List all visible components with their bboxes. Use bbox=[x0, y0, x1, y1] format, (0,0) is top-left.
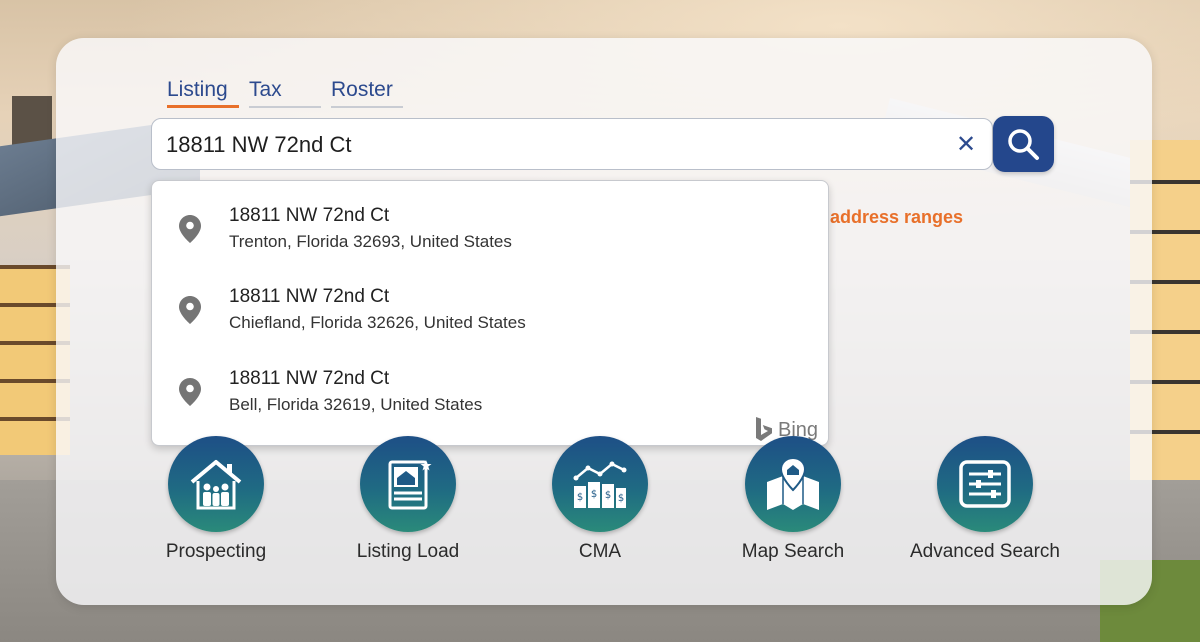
cma-chart-icon: $ $ $ $ bbox=[573, 461, 627, 508]
suggestion-locality: Bell, Florida 32619, United States bbox=[229, 395, 483, 414]
action-label: Advanced Search bbox=[910, 541, 1060, 562]
svg-text:$: $ bbox=[591, 489, 597, 500]
action-circle bbox=[360, 436, 456, 532]
suggestion-item[interactable]: 18811 NW 72nd Ct Bell, Florida 32619, Un… bbox=[152, 344, 828, 424]
svg-text:$: $ bbox=[618, 493, 624, 504]
map-pin-icon bbox=[179, 378, 201, 406]
search-box: ✕ bbox=[151, 118, 993, 170]
sliders-icon bbox=[959, 460, 1011, 508]
cma-button[interactable]: $ $ $ $ CMA bbox=[505, 436, 695, 572]
map-pin-icon bbox=[179, 296, 201, 324]
svg-text:$: $ bbox=[577, 492, 583, 503]
suggestion-address: 18811 NW 72nd Ct bbox=[229, 286, 390, 307]
advanced-search-button[interactable]: Advanced Search bbox=[890, 436, 1080, 572]
suggestion-item[interactable]: 18811 NW 72nd Ct Trenton, Florida 32693,… bbox=[152, 181, 828, 261]
address-ranges-hint: address ranges bbox=[830, 207, 964, 227]
suggestion-locality: Chiefland, Florida 32626, United States bbox=[229, 313, 526, 332]
suggestion-address: 18811 NW 72nd Ct bbox=[229, 205, 390, 226]
action-label: Listing Load bbox=[356, 541, 460, 562]
tab-listing[interactable]: Listing bbox=[167, 78, 239, 108]
action-circle bbox=[937, 436, 1033, 532]
listing-load-button[interactable]: Listing Load bbox=[313, 436, 503, 572]
tab-tax[interactable]: Tax bbox=[249, 78, 321, 108]
listing-document-icon bbox=[388, 460, 432, 510]
search-input[interactable] bbox=[166, 127, 926, 163]
action-label: Map Search bbox=[741, 541, 845, 562]
search-button[interactable] bbox=[993, 116, 1054, 172]
suggestion-item[interactable]: 18811 NW 72nd Ct Chiefland, Florida 3262… bbox=[152, 262, 828, 342]
close-icon[interactable]: ✕ bbox=[952, 131, 980, 159]
action-circle: $ $ $ $ bbox=[552, 436, 648, 532]
action-label: CMA bbox=[578, 541, 622, 562]
map-pin-icon bbox=[179, 215, 201, 243]
search-icon bbox=[1008, 129, 1039, 160]
map-search-button[interactable]: Map Search bbox=[698, 436, 888, 572]
search-tabs: Listing Tax Roster bbox=[167, 78, 403, 108]
prospecting-button[interactable]: Prospecting bbox=[121, 436, 311, 572]
house-family-icon bbox=[190, 460, 242, 510]
suggestion-address: 18811 NW 72nd Ct bbox=[229, 368, 390, 389]
suggestion-locality: Trenton, Florida 32693, United States bbox=[229, 232, 512, 251]
address-suggestions-dropdown: 18811 NW 72nd Ct Trenton, Florida 32693,… bbox=[151, 180, 829, 446]
tab-roster[interactable]: Roster bbox=[331, 78, 403, 108]
svg-text:$: $ bbox=[605, 490, 611, 501]
action-circle bbox=[745, 436, 841, 532]
action-circle bbox=[168, 436, 264, 532]
map-pin-house-icon bbox=[767, 456, 819, 510]
action-label: Prospecting bbox=[165, 541, 267, 562]
